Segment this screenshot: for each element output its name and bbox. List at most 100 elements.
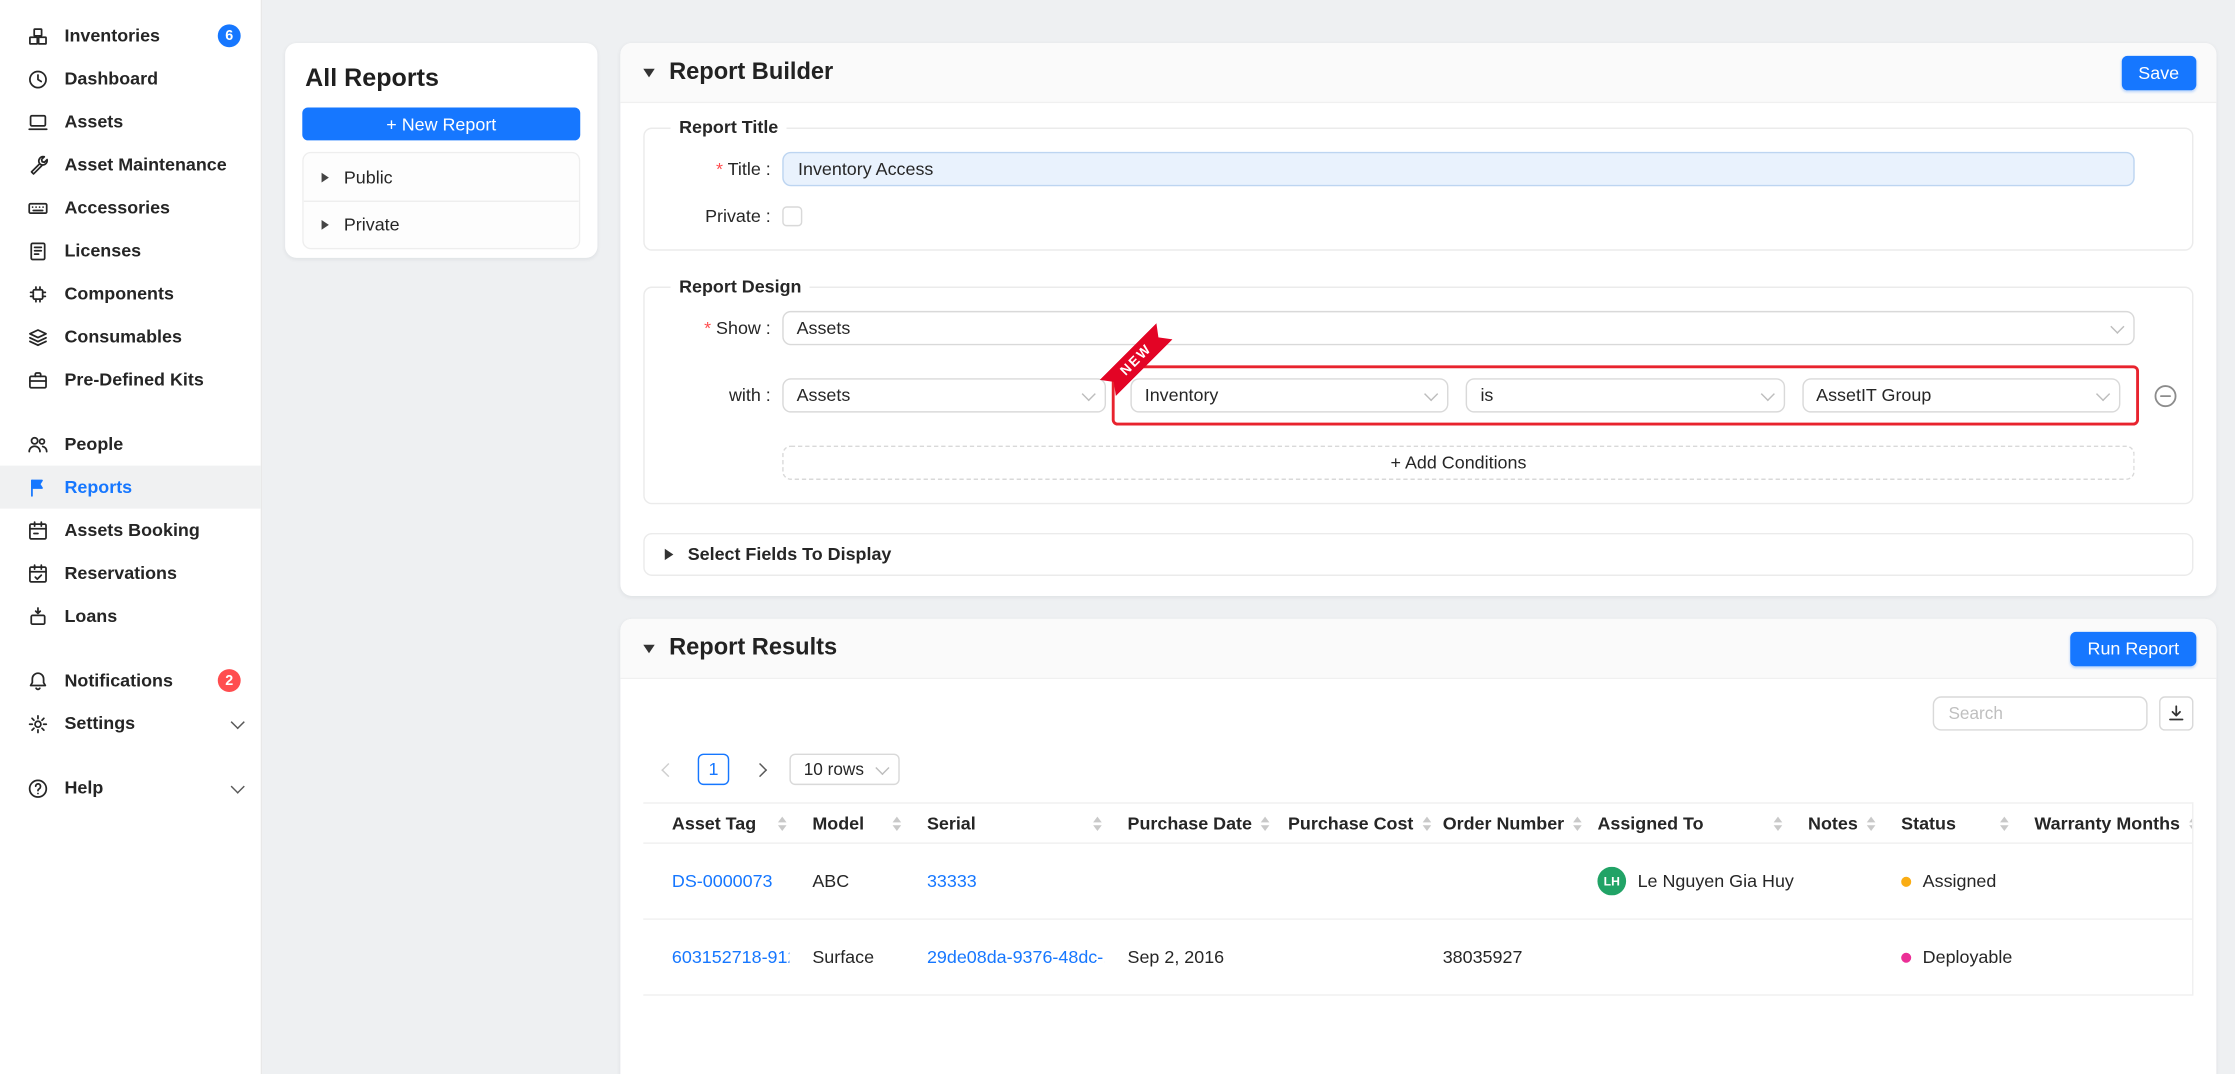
sidebar-item-people[interactable]: People	[0, 423, 261, 466]
folder-public[interactable]: Public	[304, 153, 579, 200]
sidebar-item-dashboard[interactable]: Dashboard	[0, 57, 261, 100]
cell-status: Deployable	[1890, 947, 2023, 967]
show-select[interactable]: Assets	[782, 311, 2134, 345]
caret-down-icon	[643, 68, 654, 77]
condition-field-select[interactable]: Inventory	[1130, 378, 1449, 412]
folder-label: Public	[344, 167, 393, 187]
table-row: DS-0000073 ABC 33333 LH Le Nguyen Gia Hu…	[643, 844, 2192, 920]
report-results-title: Report Results	[669, 635, 837, 662]
col-purchase-date: Purchase Date	[1128, 813, 1252, 833]
sidebar-item-asset-maintenance[interactable]: Asset Maintenance	[0, 143, 261, 186]
report-builder-title: Report Builder	[669, 59, 833, 86]
download-button[interactable]	[2159, 696, 2193, 730]
rows-per-page-value: 10 rows	[804, 759, 864, 779]
assets-icon	[26, 110, 49, 133]
notifications-count-badge: 2	[218, 669, 241, 692]
sort-icon[interactable]	[893, 816, 902, 830]
sort-icon[interactable]	[1573, 816, 1582, 830]
run-report-button[interactable]: Run Report	[2070, 631, 2196, 665]
sidebar-item-notifications[interactable]: Notifications 2	[0, 659, 261, 702]
sidebar-item-accessories[interactable]: Accessories	[0, 186, 261, 229]
sidebar-item-label: Notifications	[64, 670, 172, 690]
sidebar: Inventories 6 Dashboard Assets Asset Mai…	[0, 0, 262, 1074]
sidebar-item-components[interactable]: Components	[0, 272, 261, 315]
all-reports-title: All Reports	[305, 63, 577, 93]
chevron-down-icon	[1760, 386, 1774, 400]
sidebar-item-assets-booking[interactable]: Assets Booking	[0, 509, 261, 552]
col-warranty-months: Warranty Months	[2034, 813, 2180, 833]
condition-value-select[interactable]: AssetIT Group	[1802, 378, 2121, 412]
sidebar-item-label: Dashboard	[64, 69, 158, 89]
chevron-down-icon	[231, 714, 245, 728]
show-label: Show :	[668, 318, 771, 338]
sidebar-item-label: Reports	[64, 477, 132, 497]
sidebar-item-inventories[interactable]: Inventories 6	[0, 14, 261, 57]
inventories-icon	[26, 24, 49, 47]
condition-operator-value: is	[1480, 385, 1493, 405]
serial-link[interactable]: 33333	[927, 871, 977, 891]
select-fields-panel[interactable]: Select Fields To Display	[643, 533, 2193, 576]
page-number-button[interactable]: 1	[698, 754, 730, 786]
col-purchase-cost: Purchase Cost	[1288, 813, 1413, 833]
report-results-header[interactable]: Report Results Run Report	[620, 619, 2216, 679]
save-button[interactable]: Save	[2121, 55, 2196, 89]
sidebar-item-reports[interactable]: Reports	[0, 466, 261, 509]
sidebar-item-label: Assets	[64, 112, 123, 132]
chevron-left-icon	[661, 762, 675, 776]
col-serial: Serial	[927, 813, 976, 833]
caret-right-icon	[665, 549, 674, 560]
sidebar-item-pre-defined-kits[interactable]: Pre-Defined Kits	[0, 358, 261, 401]
sort-icon[interactable]	[2189, 816, 2192, 830]
briefcase-icon	[26, 368, 49, 391]
sort-icon[interactable]	[2000, 816, 2009, 830]
table-header-row: Asset Tag Model Serial Purchase Date Pur…	[643, 804, 2192, 844]
asset-tag-link[interactable]: 603152718-9123	[672, 947, 789, 967]
asset-tag-link[interactable]: DS-0000073	[672, 871, 773, 891]
chevron-down-icon	[231, 779, 245, 793]
report-builder-header[interactable]: Report Builder Save	[620, 43, 2216, 103]
show-select-value: Assets	[797, 318, 851, 338]
results-table: Asset Tag Model Serial Purchase Date Pur…	[643, 802, 2193, 995]
select-fields-label: Select Fields To Display	[688, 544, 892, 564]
private-checkbox[interactable]	[782, 206, 802, 226]
sidebar-item-label: Components	[64, 284, 173, 304]
sidebar-item-assets[interactable]: Assets	[0, 100, 261, 143]
remove-condition-button[interactable]	[2153, 383, 2177, 407]
sidebar-item-label: Consumables	[64, 327, 181, 347]
bell-icon	[26, 669, 49, 692]
search-input[interactable]	[1933, 696, 2148, 730]
download-icon	[2166, 703, 2186, 723]
loan-box-icon	[26, 605, 49, 628]
sidebar-item-licenses[interactable]: Licenses	[0, 229, 261, 272]
prev-page-button[interactable]	[652, 754, 684, 786]
next-page-button[interactable]	[744, 754, 776, 786]
sidebar-item-loans[interactable]: Loans	[0, 595, 261, 638]
rows-per-page-select[interactable]: 10 rows	[789, 754, 899, 786]
folder-private[interactable]: Private	[304, 201, 579, 248]
sidebar-item-settings[interactable]: Settings	[0, 702, 261, 745]
sort-icon[interactable]	[1093, 816, 1102, 830]
sidebar-item-reservations[interactable]: Reservations	[0, 552, 261, 595]
sort-icon[interactable]	[1261, 816, 1270, 830]
report-title-input[interactable]	[782, 152, 2134, 186]
all-reports-panel: All Reports + New Report Public Private	[285, 43, 597, 258]
serial-link[interactable]: 29de08da-9376-48dc-...	[927, 947, 1105, 967]
sort-icon[interactable]	[1867, 816, 1876, 830]
sort-icon[interactable]	[778, 816, 787, 830]
condition-operator-select[interactable]: is	[1466, 378, 1785, 412]
add-conditions-button[interactable]: + Add Conditions	[782, 446, 2134, 480]
sidebar-item-consumables[interactable]: Consumables	[0, 315, 261, 358]
cell-model: Surface	[801, 947, 916, 967]
sidebar-item-help[interactable]: Help	[0, 766, 261, 809]
status-dot	[1901, 876, 1911, 886]
sort-icon[interactable]	[1774, 816, 1783, 830]
with-entity-select[interactable]: Assets	[782, 378, 1106, 412]
status-dot	[1901, 952, 1911, 962]
col-notes: Notes	[1808, 813, 1858, 833]
new-report-button[interactable]: + New Report	[302, 107, 580, 140]
report-results-panel: Report Results Run Report 1 10 rows	[620, 619, 2216, 1074]
sidebar-item-label: Pre-Defined Kits	[64, 370, 203, 390]
people-icon	[26, 433, 49, 456]
sort-icon[interactable]	[1422, 816, 1431, 830]
report-title-legend: Report Title	[670, 117, 786, 137]
